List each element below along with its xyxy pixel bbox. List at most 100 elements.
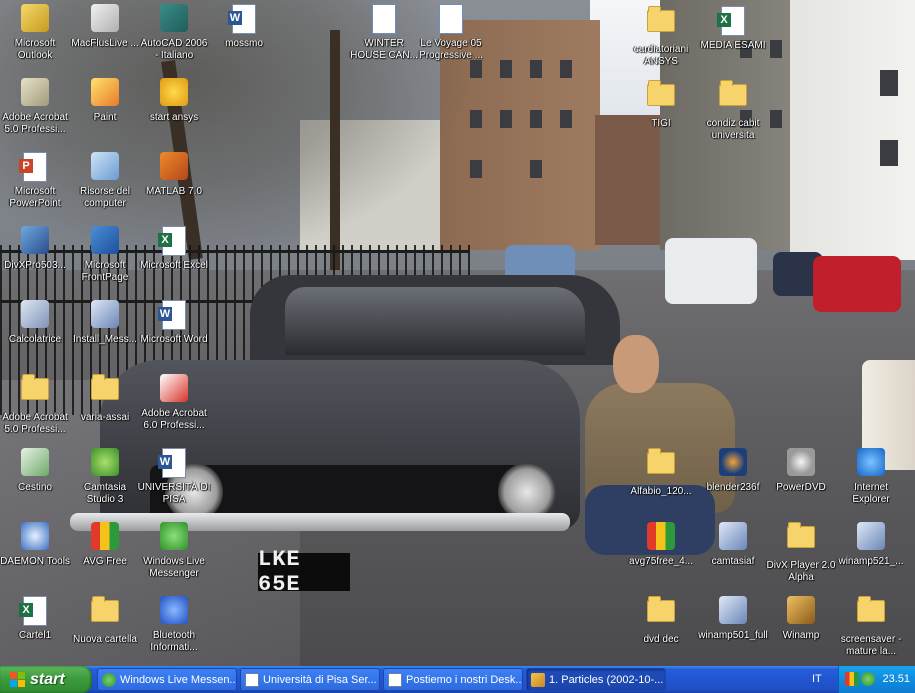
desktop-icon[interactable]: Calcolatrice [0, 298, 74, 346]
camtasia-icon [89, 448, 121, 480]
start-label: start [30, 671, 65, 688]
desktop-icon[interactable]: MacFlusLive ... [66, 2, 144, 50]
avg-tray-icon[interactable] [845, 672, 859, 686]
desktop-icon[interactable]: X MEDIA ESAMI [694, 4, 772, 52]
desktop-icon-label: Microsoft Word [140, 334, 208, 345]
desktop-icon[interactable]: cardiatoriani ANSYS [622, 4, 700, 68]
desktop-icon-label: Adobe Acrobat 5.0 Professi... [2, 112, 68, 135]
avg-installer-icon [645, 522, 677, 554]
desktop-icon[interactable]: Microsoft FrontPage [66, 224, 144, 284]
desktop-icon[interactable]: Cestino [0, 446, 74, 494]
desktop-icon[interactable]: PowerDVD [762, 446, 840, 494]
desktop-icon[interactable]: DAEMON Tools [0, 520, 74, 568]
desktop-icon[interactable]: Adobe Acrobat 5.0 Professi... [0, 76, 74, 136]
desktop-icon[interactable]: Microsoft Outlook [0, 2, 74, 62]
desktop-icon[interactable]: varia-assai [66, 372, 144, 424]
desktop-icon[interactable]: Risorse del computer [66, 150, 144, 210]
desktop-icon[interactable]: Adobe Acrobat 5.0 Professi... [0, 372, 74, 436]
folder-icon [89, 596, 121, 632]
desktop-icon[interactable]: W UNIVERSITÀ DI PISA [135, 446, 213, 506]
folder-icon [645, 596, 677, 632]
desktop-icon[interactable]: Le Voyage 05 Progressive ... [412, 2, 490, 62]
language-indicator[interactable]: IT [812, 666, 822, 693]
desktop-icon-label: start ansys [149, 112, 199, 123]
desktop-icon-label: blender236f [706, 482, 760, 493]
installer-icon [717, 596, 749, 628]
desktop-icon[interactable]: W Microsoft Word [135, 298, 213, 346]
desktop-icon-label: Paint [93, 112, 117, 123]
desktop-icon[interactable]: AutoCAD 2006 - Italiano [135, 2, 213, 62]
desktop-icon[interactable]: start ansys [135, 76, 213, 124]
desktop-icon[interactable]: winamp521_... [832, 520, 910, 568]
desktop-icon-label: MATLAB 7.0 [146, 186, 202, 197]
calculator-icon [19, 300, 51, 332]
desktop-icon-label: UNIVERSITÀ DI PISA [137, 482, 211, 505]
desktop-icon[interactable]: Bluetooth Informati... [135, 594, 213, 654]
clock: 23.51 [882, 673, 910, 685]
start-button[interactable]: start [0, 666, 92, 693]
divx-icon [19, 226, 51, 258]
desktop-icon[interactable]: camtasiaf [694, 520, 772, 568]
autocad-icon [158, 4, 190, 36]
desktop-icon-label: DivX Player 2.0 Alpha [766, 560, 836, 583]
desktop-icon[interactable]: Winamp [762, 594, 840, 642]
bluetooth-icon [158, 596, 190, 628]
desktop-icon[interactable]: DivX Player 2.0 Alpha [762, 520, 840, 584]
desktop-icon-label: MEDIA ESAMI [700, 40, 766, 51]
desktop-icon-label: condiz cabit universita [706, 118, 760, 141]
taskbar-item-universita[interactable]: Università di Pisa Ser... [240, 668, 380, 691]
desktop-icon-label: Camtasia Studio 3 [83, 482, 127, 505]
desktop[interactable]: LKE 65E Microsoft Outlook MacFlusLive ...… [0, 0, 915, 666]
desktop-icon[interactable]: Paint [66, 76, 144, 124]
desktop-icon-label: Adobe Acrobat 6.0 Professi... [141, 408, 207, 431]
desktop-icon-label: Cartel1 [18, 630, 52, 641]
desktop-icon[interactable]: TIGI [622, 78, 700, 130]
taskbar-item-label: 1. Particles (2002-10-... [549, 674, 664, 686]
desktop-icon[interactable]: avg75free_4... [622, 520, 700, 568]
desktop-icon-label: Risorse del computer [79, 186, 131, 209]
outlook-icon [19, 4, 51, 36]
folder-icon [785, 522, 817, 558]
taskbar-item-particles[interactable]: 1. Particles (2002-10-... [526, 668, 666, 691]
desktop-icon[interactable]: screensaver - mature la... [832, 594, 910, 658]
excel-icon: X [19, 596, 51, 628]
desktop-icon-label: Microsoft Outlook [14, 38, 56, 61]
desktop-icon[interactable]: blender236f [694, 446, 772, 494]
desktop-icon[interactable]: P Microsoft PowerPoint [0, 150, 74, 210]
desktop-icon-label: Nuova cartella [73, 634, 137, 645]
taskbar-item-messenger[interactable]: Windows Live Messen... [97, 668, 237, 691]
desktop-icon[interactable]: Wmossmo [205, 2, 283, 50]
desktop-icon[interactable]: DivXPro503... [0, 224, 74, 272]
desktop-icon[interactable]: X Cartel1 [0, 594, 74, 642]
folder-icon [645, 80, 677, 116]
winamp-icon [785, 596, 817, 628]
taskbar-item-postiemo[interactable]: Postiemo i nostri Desk... [383, 668, 523, 691]
avg-icon [89, 522, 121, 554]
desktop-icon[interactable]: condiz cabit universita [694, 78, 772, 142]
document-icon [388, 673, 402, 687]
ansys-icon [158, 78, 190, 110]
desktop-icon[interactable]: X Microsoft Excel [135, 224, 213, 272]
desktop-icon[interactable]: Camtasia Studio 3 [66, 446, 144, 506]
messenger-icon [102, 673, 116, 687]
desktop-icon[interactable]: Internet Explorer [832, 446, 910, 506]
desktop-icon[interactable]: MATLAB 7.0 [135, 150, 213, 198]
windows-logo-icon [10, 672, 26, 688]
desktop-icon[interactable]: Windows Live Messenger [135, 520, 213, 580]
desktop-icon-label: Internet Explorer [852, 482, 890, 505]
desktop-icon[interactable]: Nuova cartella [66, 594, 144, 646]
acrobat-installer-icon [19, 78, 51, 110]
desktop-icon-label: AVG Free [83, 556, 127, 567]
messenger-tray-icon[interactable] [861, 672, 875, 686]
desktop-icon[interactable]: Install_Mess... [66, 298, 144, 346]
desktop-icon[interactable]: Alfabio_120... [622, 446, 700, 498]
desktop-icon[interactable]: winamp501_full [694, 594, 772, 642]
word-icon: W [158, 300, 190, 332]
taskbar-item-label: Windows Live Messen... [120, 674, 237, 686]
desktop-icon-label: Adobe Acrobat 5.0 Professi... [2, 412, 68, 435]
desktop-icon[interactable]: AVG Free [66, 520, 144, 568]
matlab-icon [158, 152, 190, 184]
desktop-icon[interactable]: dvd dec [622, 594, 700, 646]
desktop-icon[interactable]: Adobe Acrobat 6.0 Professi... [135, 372, 213, 432]
daemon-tools-icon [19, 522, 51, 554]
